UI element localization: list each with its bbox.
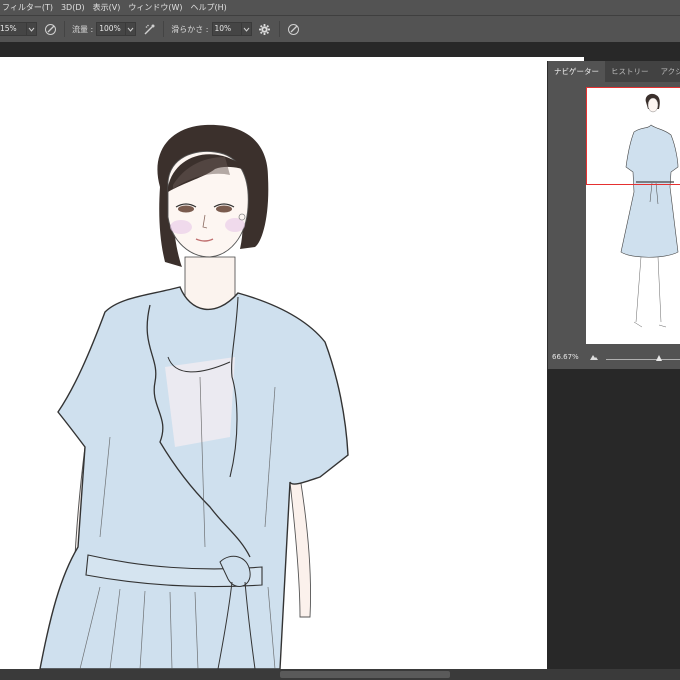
menu-bar: フィルター(T) 3D(D) 表示(V) ウィンドウ(W) ヘルプ(H)	[0, 0, 680, 15]
fashion-illustration	[39, 124, 349, 669]
flow-label: 流量 :	[72, 24, 94, 34]
navigator-panel: ナビゲーター ヒストリー アクション 66.67%	[547, 61, 680, 369]
navigator-preview-area	[548, 61, 680, 344]
menu-help[interactable]: ヘルプ(H)	[187, 0, 231, 15]
zoom-slider[interactable]	[606, 359, 680, 360]
zoom-level[interactable]: 66.67%	[552, 353, 579, 361]
zoom-slider-thumb[interactable]	[656, 355, 662, 361]
zoom-out-icon[interactable]	[590, 354, 598, 360]
menu-3d[interactable]: 3D(D)	[57, 0, 89, 15]
separator	[278, 21, 280, 37]
chevron-down-icon	[243, 27, 249, 32]
separator	[64, 21, 65, 37]
navigator-footer: 66.67%	[548, 348, 680, 369]
flow-dropdown[interactable]	[126, 22, 137, 36]
scrollbar-thumb[interactable]	[280, 671, 450, 678]
smoothing-dropdown[interactable]	[241, 22, 252, 36]
menu-filter[interactable]: フィルター(T)	[0, 0, 57, 15]
opacity-dropdown[interactable]	[27, 22, 37, 36]
pressure-size-icon[interactable]	[287, 22, 301, 36]
panel-area	[547, 369, 680, 669]
airbrush-icon[interactable]	[142, 22, 156, 36]
document-tab-strip	[0, 42, 680, 57]
menu-window[interactable]: ウィンドウ(W)	[124, 0, 186, 15]
chevron-down-icon	[127, 27, 134, 32]
gear-icon[interactable]	[258, 22, 272, 36]
canvas[interactable]	[0, 57, 584, 669]
pressure-opacity-icon[interactable]	[43, 22, 57, 36]
opacity-field[interactable]: 15%	[0, 22, 27, 36]
flow-field[interactable]: 100%	[96, 22, 127, 36]
smoothing-label: 滑らかさ :	[171, 24, 209, 34]
chevron-down-icon	[28, 27, 35, 32]
navigator-view-box[interactable]	[586, 87, 680, 185]
separator	[163, 21, 165, 37]
smoothing-field[interactable]: 10%	[211, 22, 242, 36]
menu-view[interactable]: 表示(V)	[89, 0, 125, 15]
options-bar: 15% 流量 : 100% 滑らかさ : 10%	[0, 15, 680, 43]
